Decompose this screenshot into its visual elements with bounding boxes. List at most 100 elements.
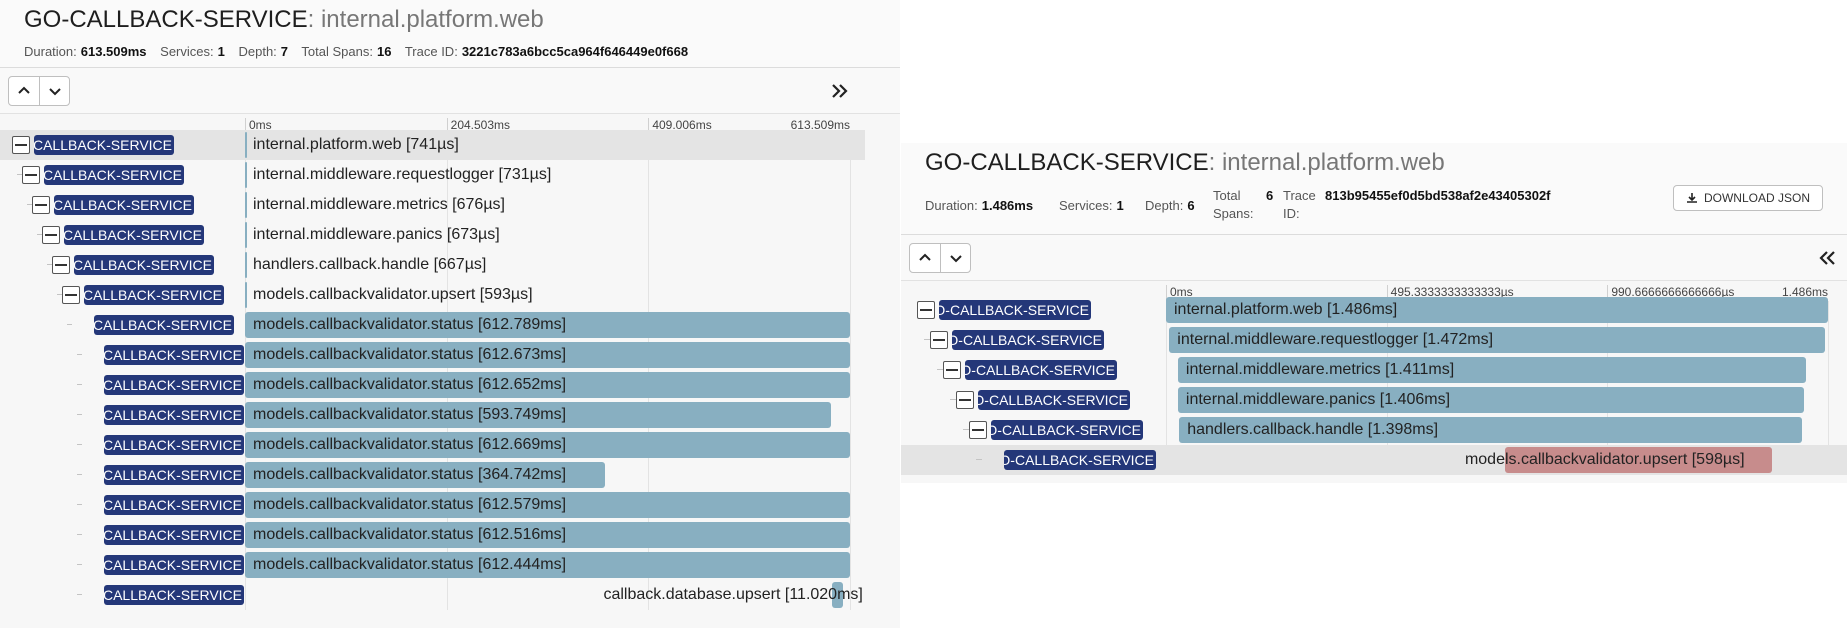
trace-header: GO-CALLBACK-SERVICE: internal.platform.w…	[0, 0, 900, 68]
next-span-button[interactable]	[39, 77, 69, 105]
service-badge: GO-CALLBACK-SERVICE	[104, 375, 244, 395]
service-badge: GO-CALLBACK-SERVICE	[1004, 450, 1156, 470]
service-badge: GO-CALLBACK-SERVICE	[104, 405, 244, 425]
span-label: internal.middleware.requestlogger [1.472…	[1177, 331, 1494, 348]
span-bar[interactable]	[245, 132, 247, 158]
collapse-toggle-icon[interactable]	[62, 286, 80, 304]
span-label: models.callbackvalidator.upsert [598µs]	[1464, 451, 1745, 468]
service-badge: GO-CALLBACK-SERVICE	[965, 360, 1117, 380]
service-badge: GO-CALLBACK-SERVICE	[104, 465, 244, 485]
trace-operation-name: : internal.platform.web	[307, 6, 544, 33]
meta-label: Depth:	[238, 44, 277, 59]
meta-services: 1	[1116, 198, 1124, 213]
span-label: handlers.callback.handle [1.398ms]	[1187, 421, 1439, 438]
meta-label: Duration:	[24, 44, 77, 59]
service-badge: GO-CALLBACK-SERVICE	[74, 255, 214, 275]
meta-depth: 7	[280, 44, 289, 59]
next-span-button[interactable]	[940, 244, 970, 272]
meta-total-spans: 16	[376, 44, 392, 59]
meta-label: Services:	[160, 44, 214, 59]
span-label: models.callbackvalidator.status [612.673…	[253, 346, 567, 363]
trace-panel-1: GO-CALLBACK-SERVICE: internal.platform.w…	[0, 0, 900, 628]
collapse-sidebar-button[interactable]	[1815, 246, 1839, 270]
meta-label: Trace ID:	[404, 44, 458, 59]
service-badge: GO-CALLBACK-SERVICE	[978, 390, 1130, 410]
meta-label: Total Spans:	[301, 44, 373, 59]
span-label: callback.database.upsert [11.020ms]	[603, 586, 863, 603]
collapse-toggle-icon[interactable]	[12, 136, 30, 154]
service-badge: GO-CALLBACK-SERVICE	[104, 435, 244, 455]
tree-connector	[77, 534, 82, 535]
span-label: models.callbackvalidator.status [612.444…	[253, 556, 567, 573]
download-json-button[interactable]: DOWNLOAD JSON	[1672, 185, 1823, 211]
span-bar[interactable]	[245, 192, 247, 218]
meta-label: Services:	[1059, 198, 1113, 213]
collapse-toggle-icon[interactable]	[22, 166, 40, 184]
tree-connector	[77, 504, 82, 505]
collapse-toggle-icon[interactable]	[52, 256, 70, 274]
span-label: models.callbackvalidator.status [612.516…	[253, 526, 567, 543]
span-label: internal.middleware.metrics [676µs]	[253, 196, 505, 213]
trace-operation-name: : internal.platform.web	[1208, 149, 1445, 176]
span-bar[interactable]	[245, 162, 247, 188]
span-label: internal.middleware.requestlogger [731µs…	[253, 166, 552, 183]
span-label: models.callbackvalidator.status [593.749…	[253, 406, 567, 423]
span-label: models.callbackvalidator.status [612.669…	[253, 436, 567, 453]
chevron-up-icon	[18, 86, 30, 94]
service-badge: GO-CALLBACK-SERVICE	[104, 555, 244, 575]
span-bar[interactable]	[245, 222, 247, 248]
trace-service-name: GO-CALLBACK-SERVICE	[925, 149, 1209, 176]
meta-duration: 1.486ms	[981, 198, 1034, 213]
span-label: models.callbackvalidator.upsert [593µs]	[253, 286, 533, 303]
tree-connector	[77, 564, 82, 565]
span-label: internal.platform.web [1.486ms]	[1174, 301, 1398, 318]
double-chevron-left-icon	[1819, 251, 1835, 265]
collapse-toggle-icon[interactable]	[930, 331, 948, 349]
service-badge: GO-CALLBACK-SERVICE	[952, 330, 1104, 350]
span-label: internal.platform.web [741µs]	[253, 136, 459, 153]
tree-connector	[77, 474, 82, 475]
download-json-label: DOWNLOAD JSON	[1703, 191, 1810, 205]
meta-duration: 613.509ms	[80, 44, 147, 59]
span-label: handlers.callback.handle [667µs]	[253, 256, 487, 273]
collapse-toggle-icon[interactable]	[943, 361, 961, 379]
span-bar[interactable]	[245, 252, 247, 278]
trace-title: GO-CALLBACK-SERVICE: internal.platform.w…	[925, 149, 1445, 177]
collapse-toggle-icon[interactable]	[32, 196, 50, 214]
trace-service-name: GO-CALLBACK-SERVICE	[24, 6, 308, 33]
double-chevron-right-icon	[832, 84, 848, 98]
trace-toolbar	[0, 68, 900, 114]
service-badge: GO-CALLBACK-SERVICE	[104, 585, 244, 605]
tree-connector	[77, 444, 82, 445]
previous-span-button[interactable]	[9, 77, 39, 105]
service-badge: GO-CALLBACK-SERVICE	[991, 420, 1143, 440]
span-label: internal.middleware.metrics [1.411ms]	[1185, 361, 1455, 378]
collapse-toggle-icon[interactable]	[917, 301, 935, 319]
nav-button-group	[8, 76, 70, 106]
collapse-toggle-icon[interactable]	[42, 226, 60, 244]
service-badge: GO-CALLBACK-SERVICE	[104, 495, 244, 515]
service-badge: GO-CALLBACK-SERVICE	[104, 345, 244, 365]
collapse-toggle-icon[interactable]	[969, 421, 987, 439]
meta-services: 1	[217, 44, 225, 59]
service-badge: GO-CALLBACK-SERVICE	[64, 225, 204, 245]
chevron-up-icon	[919, 253, 931, 261]
span-bar[interactable]	[245, 282, 247, 308]
trace-toolbar	[901, 235, 1847, 281]
span-label: models.callbackvalidator.status [612.789…	[253, 316, 567, 333]
expand-sidebar-button[interactable]	[828, 79, 852, 103]
service-badge: GO-CALLBACK-SERVICE	[94, 315, 234, 335]
trace-header: GO-CALLBACK-SERVICE: internal.platform.w…	[901, 143, 1847, 235]
service-badge: GO-CALLBACK-SERVICE	[104, 525, 244, 545]
tree-connector	[77, 384, 82, 385]
tree-connector	[975, 459, 982, 460]
meta-total-spans: 6	[1266, 188, 1274, 203]
span-label: models.callbackvalidator.status [364.742…	[253, 466, 567, 483]
tree-connector	[77, 354, 82, 355]
collapse-toggle-icon[interactable]	[956, 391, 974, 409]
meta-label: Duration:	[925, 198, 978, 213]
previous-span-button[interactable]	[910, 244, 940, 272]
download-icon	[1686, 193, 1697, 203]
service-badge: GO-CALLBACK-SERVICE	[54, 195, 194, 215]
tree-connector	[77, 414, 82, 415]
